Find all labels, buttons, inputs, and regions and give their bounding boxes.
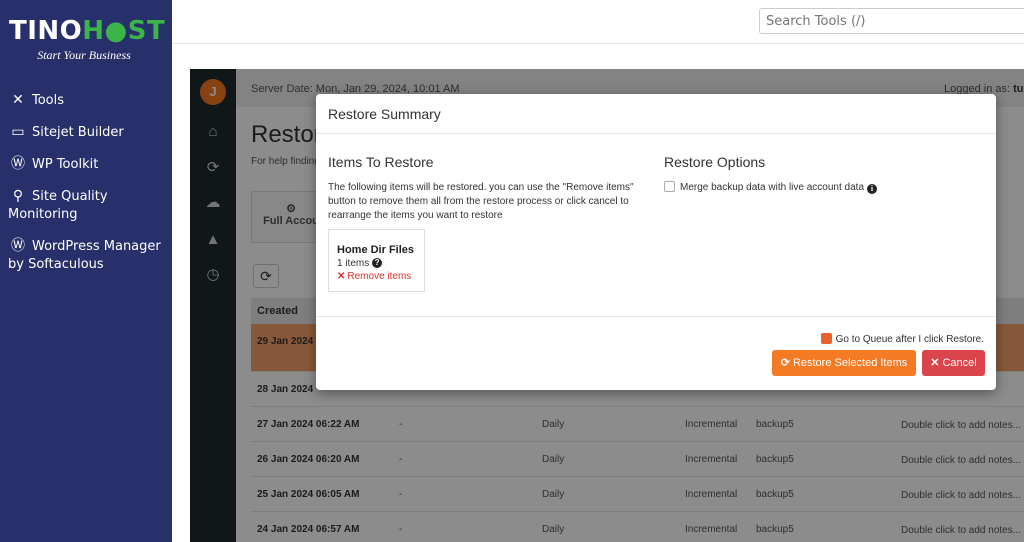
queue-checkbox[interactable] <box>820 333 832 344</box>
restore-options-title: Restore Options <box>664 154 766 170</box>
restore-options-section: Restore Options Merge backup data with l… <box>664 154 984 194</box>
merge-option: Merge backup data with live account data… <box>664 181 984 194</box>
magnifier-icon: ⚲ <box>12 188 24 204</box>
modal-title: Restore Summary <box>316 94 996 134</box>
leaf-o-icon: ● <box>104 16 128 46</box>
wordpress-icon: Ⓦ <box>11 238 25 254</box>
cancel-button[interactable]: ✕ Cancel <box>922 350 985 376</box>
sidebar-item-wp-manager[interactable]: Ⓦ WordPress Manager by Softaculous <box>8 237 168 274</box>
modal-footer: Go to Queue after I click Restore. ⟳ Rest… <box>316 316 996 390</box>
sitejet-icon: ▭ <box>11 124 25 140</box>
brand-name: TINOH●ST <box>9 16 166 46</box>
wordpress-icon: Ⓦ <box>11 156 25 172</box>
close-icon: ✕ <box>930 357 940 369</box>
restore-summary-modal: Restore Summary Items To Restore The fol… <box>316 94 996 390</box>
question-icon[interactable]: ? <box>372 258 383 269</box>
remove-items-link[interactable]: ✕ Remove items <box>337 271 416 282</box>
tools-icon: ✕ <box>12 92 24 108</box>
search-input[interactable] <box>759 8 1024 34</box>
sidebar-item-sitejet[interactable]: ▭ Sitejet Builder <box>8 123 168 142</box>
sidebar: TINOH●ST Start Your Business ✕ Tools ▭ Sit… <box>0 0 172 542</box>
items-description: The following items will be restored. yo… <box>328 182 634 221</box>
top-header <box>172 0 1024 44</box>
queue-option: Go to Queue after I click Restore. <box>820 333 984 345</box>
restore-item-card: Home Dir Files 1 items ? ✕ Remove items <box>328 229 425 292</box>
merge-checkbox[interactable] <box>664 181 675 192</box>
sidebar-item-tools[interactable]: ✕ Tools <box>8 91 168 110</box>
refresh-icon: ⟳ <box>780 357 790 369</box>
items-to-restore-section: Items To Restore The following items wil… <box>328 154 638 292</box>
info-icon[interactable]: i <box>867 184 877 194</box>
close-icon: ✕ <box>337 271 346 282</box>
sidebar-item-wp-toolkit[interactable]: Ⓦ WP Toolkit <box>8 155 168 174</box>
restore-item-count: 1 items ? <box>337 258 416 269</box>
restore-item-name: Home Dir Files <box>337 244 415 256</box>
items-to-restore-title: Items To Restore <box>328 154 434 170</box>
brand-tagline: Start Your Business <box>37 48 131 62</box>
sidebar-item-site-quality[interactable]: ⚲ Site Quality Monitoring <box>8 187 168 224</box>
restore-selected-button[interactable]: ⟳ Restore Selected Items <box>772 350 916 376</box>
brand-logo[interactable]: TINOH●ST Start Your Business <box>9 16 165 66</box>
